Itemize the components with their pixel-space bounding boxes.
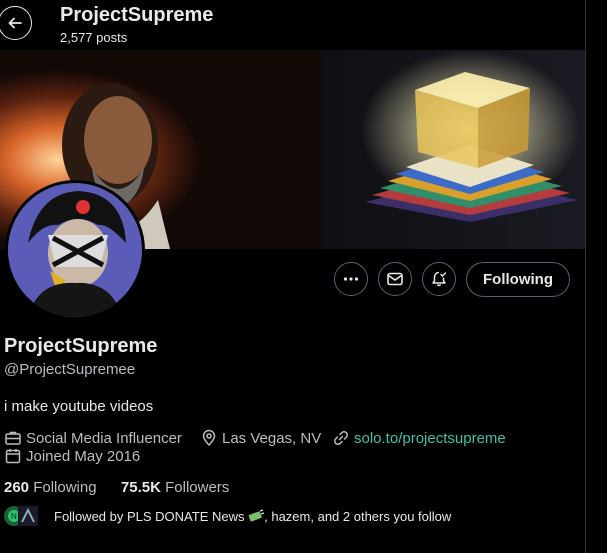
followed-by-suffix: , hazem, and 2 others you follow — [264, 508, 452, 524]
bio-text: i make youtube videos — [4, 398, 154, 415]
location-text: Las Vegas, NV — [222, 429, 322, 447]
profile-avatar[interactable] — [5, 180, 145, 320]
profile-header-bar: ProjectSupreme 2,577 posts — [0, 0, 586, 50]
avatar-image — [8, 183, 142, 317]
money-emoji-icon — [248, 508, 265, 522]
category-text: Social Media Influencer — [26, 429, 182, 447]
svg-text:N: N — [11, 512, 17, 521]
profile-category: Social Media Influencer — [4, 429, 182, 447]
follower-avatar — [18, 506, 38, 526]
scrollbar-track[interactable] — [585, 0, 607, 553]
notifications-button[interactable] — [422, 262, 456, 296]
follow-stats: 260 Following 75.5K Followers — [4, 479, 229, 496]
following-stat[interactable]: 260 Following — [4, 479, 97, 496]
user-handle: @ProjectSupremee — [4, 361, 136, 378]
more-options-button[interactable] — [334, 262, 368, 296]
following-count: 260 — [4, 479, 30, 496]
website-link[interactable]: solo.to/projectsupreme — [354, 430, 506, 447]
followers-count: 75.5K — [120, 479, 161, 496]
bell-check-icon — [432, 271, 447, 287]
briefcase-icon — [5, 431, 21, 445]
calendar-icon — [5, 449, 21, 464]
following-button[interactable]: Following — [466, 262, 570, 297]
header-title: ProjectSupreme — [60, 4, 214, 26]
location-pin-icon — [202, 429, 216, 447]
message-button[interactable] — [378, 262, 412, 296]
followers-stat[interactable]: 75.5K Followers — [121, 479, 229, 496]
followers-stat-label: Followers — [165, 479, 230, 496]
link-icon — [334, 431, 348, 445]
joined-text: Joined May 2016 — [26, 447, 141, 465]
followed-by[interactable]: N Followed by PLS DONATE News , hazem, a… — [4, 506, 451, 526]
more-horizontal-icon — [343, 277, 359, 281]
arrow-left-icon — [8, 17, 22, 29]
post-count: 2,577 posts — [60, 30, 128, 45]
back-button[interactable] — [0, 6, 32, 40]
profile-joined: Joined May 2016 — [4, 447, 140, 465]
envelope-icon — [387, 272, 403, 286]
hazem-avatar-icon — [18, 506, 38, 526]
display-name: ProjectSupreme — [4, 335, 158, 357]
profile-link[interactable]: solo.to/projectsupreme — [332, 429, 506, 447]
followed-by-prefix: Followed by PLS DONATE News — [54, 508, 245, 524]
following-stat-label: Following — [33, 479, 97, 496]
profile-location: Las Vegas, NV — [200, 429, 321, 447]
